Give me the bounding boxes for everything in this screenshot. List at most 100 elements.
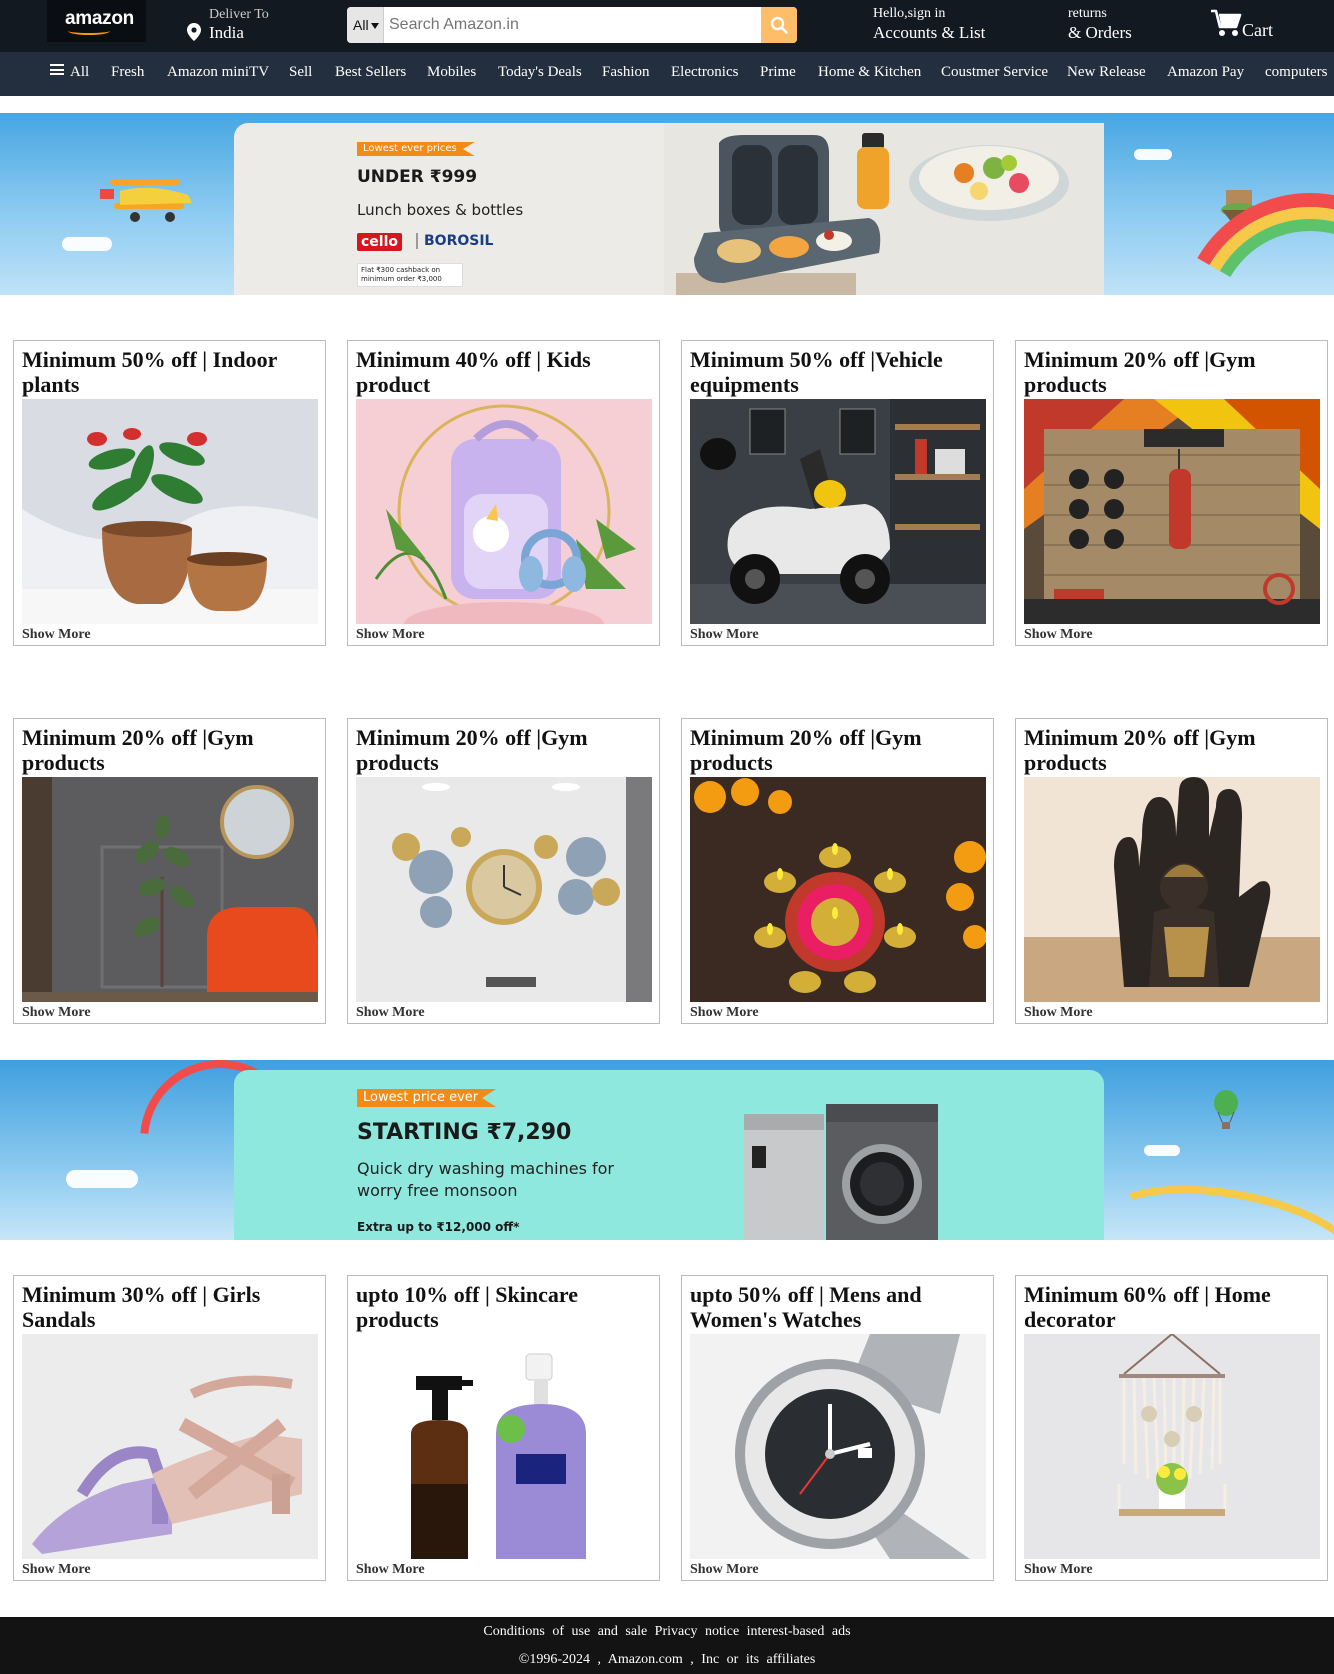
product-row-3: Minimum 30% off | Girls Sandals Show Mor… [0,1275,1334,1581]
product-card[interactable]: Minimum 30% off | Girls Sandals Show Mor… [13,1275,326,1581]
show-more-link[interactable]: Show More [356,627,425,643]
show-more-link[interactable]: Show More [356,1005,425,1021]
nav-item-best-sellers[interactable]: Best Sellers [335,64,406,81]
card-title: Minimum 20% off |Gym products [1024,725,1256,775]
nav-item-sell[interactable]: Sell [289,64,312,81]
banner-card: Lowest price ever STARTING ₹7,290 Quick … [234,1070,1104,1240]
nav-item-electronics[interactable]: Electronics [671,64,738,81]
card-title: Minimum 20% off |Gym products [356,725,588,775]
product-card[interactable]: Minimum 20% off |Gym products Show More [347,718,660,1024]
product-card[interactable]: Minimum 60% off | Home decorator Show Mo… [1015,1275,1328,1581]
amazon-logo[interactable]: amazon [47,0,146,42]
show-more-link[interactable]: Show More [690,1562,759,1578]
footer: Conditions of use and sale Privacy notic… [0,1617,1334,1674]
show-more-link[interactable]: Show More [1024,1562,1093,1578]
cloud-decoration [1144,1145,1180,1156]
cart-button[interactable]: Cart [1210,6,1320,46]
hero-banner-washing-machines[interactable]: Lowest price ever STARTING ₹7,290 Quick … [0,1060,1334,1240]
show-more-link[interactable]: Show More [22,1562,91,1578]
returns-orders[interactable]: returns & Orders [1068,6,1132,43]
card-image-macrame-shelf[interactable] [1024,1334,1320,1559]
product-card[interactable]: upto 10% off | Skincare products Show Mo… [347,1275,660,1581]
lunchbox-product-image [664,123,1104,295]
banner-subline: Quick dry washing machines for worry fre… [357,1159,614,1200]
product-card[interactable]: upto 50% off | Mens and Women's Watches … [681,1275,994,1581]
nav-item-computers[interactable]: computers [1265,64,1327,81]
card-title: upto 50% off | Mens and Women's Watches [690,1282,922,1332]
nav-item-fashion[interactable]: Fashion [602,64,650,81]
card-title: Minimum 50% off | Indoor plants [22,347,278,397]
show-more-link[interactable]: Show More [690,627,759,643]
card-image-wall-clock[interactable] [356,777,652,1002]
product-row-2: Minimum 20% off |Gym products Show More … [0,718,1334,1024]
card-image-gym-room[interactable] [1024,399,1320,624]
product-card[interactable]: Minimum 40% off | Kids product Show More [347,340,660,646]
show-more-link[interactable]: Show More [22,627,91,643]
product-card[interactable]: Minimum 20% off |Gym products Show More [1015,340,1328,646]
card-title: Minimum 50% off |Vehicle equipments [690,347,943,397]
card-title: Minimum 30% off | Girls Sandals [22,1282,261,1332]
hero-banner-lunchboxes[interactable]: Lowest ever prices UNDER ₹999 Lunch boxe… [0,113,1334,295]
card-image-skincare-bottles[interactable] [356,1334,652,1559]
show-more-link[interactable]: Show More [690,1005,759,1021]
card-image-sandals[interactable] [22,1334,318,1559]
footer-links[interactable]: Conditions of use and sale Privacy notic… [0,1624,1334,1640]
card-image-scooter-garage[interactable] [690,399,986,624]
returns-label: returns [1068,6,1107,21]
search-category-select[interactable]: All [347,7,384,43]
nav-item-fresh[interactable]: Fresh [111,64,144,81]
product-row-1: Minimum 50% off | Indoor plants Show Mor… [0,340,1334,646]
nav-item-customer-service[interactable]: Coustmer Service [941,64,1048,81]
search-input[interactable] [385,7,761,43]
nav-item-amazon-pay[interactable]: Amazon Pay [1167,64,1244,81]
product-card[interactable]: Minimum 50% off | Indoor plants Show Mor… [13,340,326,646]
card-image-buddha-statue[interactable] [1024,777,1320,1002]
show-more-link[interactable]: Show More [22,1005,91,1021]
card-image-room-decor[interactable] [22,777,318,1002]
location-pin-icon [187,23,201,41]
banner-headline: UNDER ₹999 [357,167,478,187]
account-label: Accounts & List [873,23,986,42]
deliver-location: India [209,23,244,42]
banner-headline: STARTING ₹7,290 [357,1120,572,1145]
card-image-indoor-plant[interactable] [22,399,318,624]
nav-item-home-kitchen[interactable]: Home & Kitchen [818,64,921,81]
brand-logo-borosil: BOROSIL [416,233,493,249]
nav-all-button[interactable]: All [50,64,89,81]
search-icon [770,16,788,34]
rainbow-decoration [1093,1168,1334,1240]
banner-tag: Lowest ever prices [357,142,475,156]
card-image-watch[interactable] [690,1334,986,1559]
show-more-link[interactable]: Show More [1024,1005,1093,1021]
nav-item-prime[interactable]: Prime [760,64,796,81]
brand-logo-cello: cello [357,233,403,251]
search-category-label: All [353,17,369,33]
banner-extra-offer: Extra up to ₹12,000 off* [357,1220,520,1234]
account-menu[interactable]: Hello,sign in Accounts & List [873,6,985,43]
card-image-diyas[interactable] [690,777,986,1002]
nav-item-todays-deals[interactable]: Today's Deals [498,64,582,81]
nav-all-label: All [70,64,90,80]
hot-air-balloon-icon [1214,1090,1238,1129]
biplane-icon [100,179,192,222]
washing-machine-product-image [744,1104,938,1240]
product-card[interactable]: Minimum 50% off |Vehicle equipments Show… [681,340,994,646]
hamburger-icon [50,64,64,75]
search-button[interactable] [761,7,797,43]
product-card[interactable]: Minimum 20% off |Gym products Show More [1015,718,1328,1024]
footer-copyright: ©1996-2024 , Amazon.com , Inc or its aff… [518,1652,816,1667]
product-card[interactable]: Minimum 20% off |Gym products Show More [13,718,326,1024]
card-title: upto 10% off | Skincare products [356,1282,579,1332]
nav-item-mobiles[interactable]: Mobiles [427,64,476,81]
cloud-decoration [62,237,112,251]
nav-item-new-release[interactable]: New Release [1067,64,1146,81]
card-title: Minimum 20% off |Gym products [690,725,922,775]
product-card[interactable]: Minimum 20% off |Gym products Show More [681,718,994,1024]
banner-card: Lowest ever prices UNDER ₹999 Lunch boxe… [234,123,1104,295]
show-more-link[interactable]: Show More [1024,627,1093,643]
banner-subline: Lunch boxes & bottles [357,201,524,219]
card-image-kids-backpack[interactable] [356,399,652,624]
show-more-link[interactable]: Show More [356,1562,425,1578]
nav-item-minitv[interactable]: Amazon miniTV [167,64,269,81]
card-title: Minimum 20% off |Gym products [22,725,254,775]
